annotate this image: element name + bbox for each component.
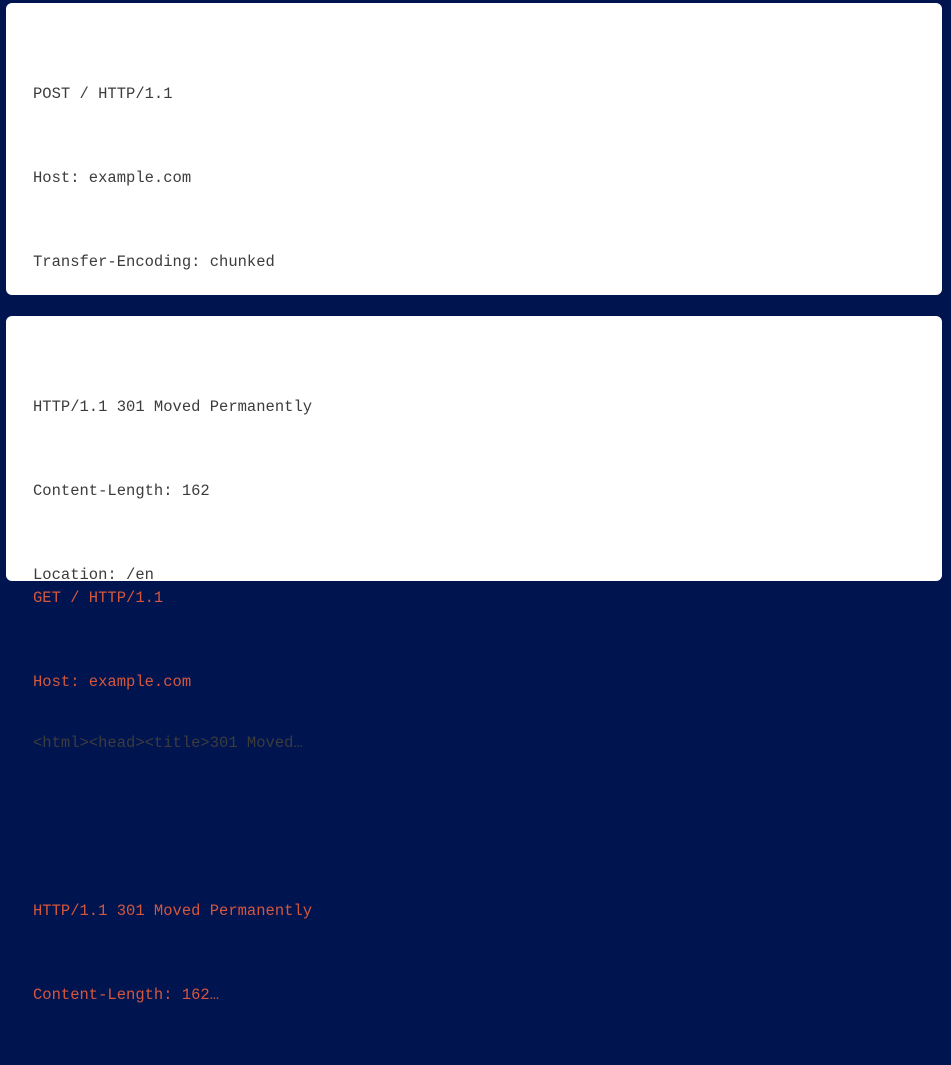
response-line-5: <html><head><title>301 Moved… <box>33 734 303 752</box>
request-code-panel: POST / HTTP/1.1 Host: example.com Transf… <box>6 3 942 691</box>
response-smuggled-line-1: HTTP/1.1 301 Moved Permanently <box>33 902 313 920</box>
request-line-2: Host: example.com <box>33 169 192 187</box>
request-line-3: Transfer-Encoding: chunked <box>33 253 275 271</box>
response-blank-line-1 <box>33 645 942 673</box>
response-line-1: HTTP/1.1 301 Moved Permanently <box>33 398 313 416</box>
response-line-3: Location: /en <box>33 566 154 584</box>
response-code-panel: HTTP/1.1 301 Moved Permanently Content-L… <box>6 316 942 1004</box>
response-line-2: Content-Length: 162 <box>33 482 210 500</box>
response-code-block: HTTP/1.1 301 Moved Permanently Content-L… <box>33 316 942 1065</box>
response-smuggled-line-2: Content-Length: 162… <box>33 986 220 1004</box>
response-blank-line-2 <box>33 813 942 841</box>
request-line-1: POST / HTTP/1.1 <box>33 85 173 103</box>
